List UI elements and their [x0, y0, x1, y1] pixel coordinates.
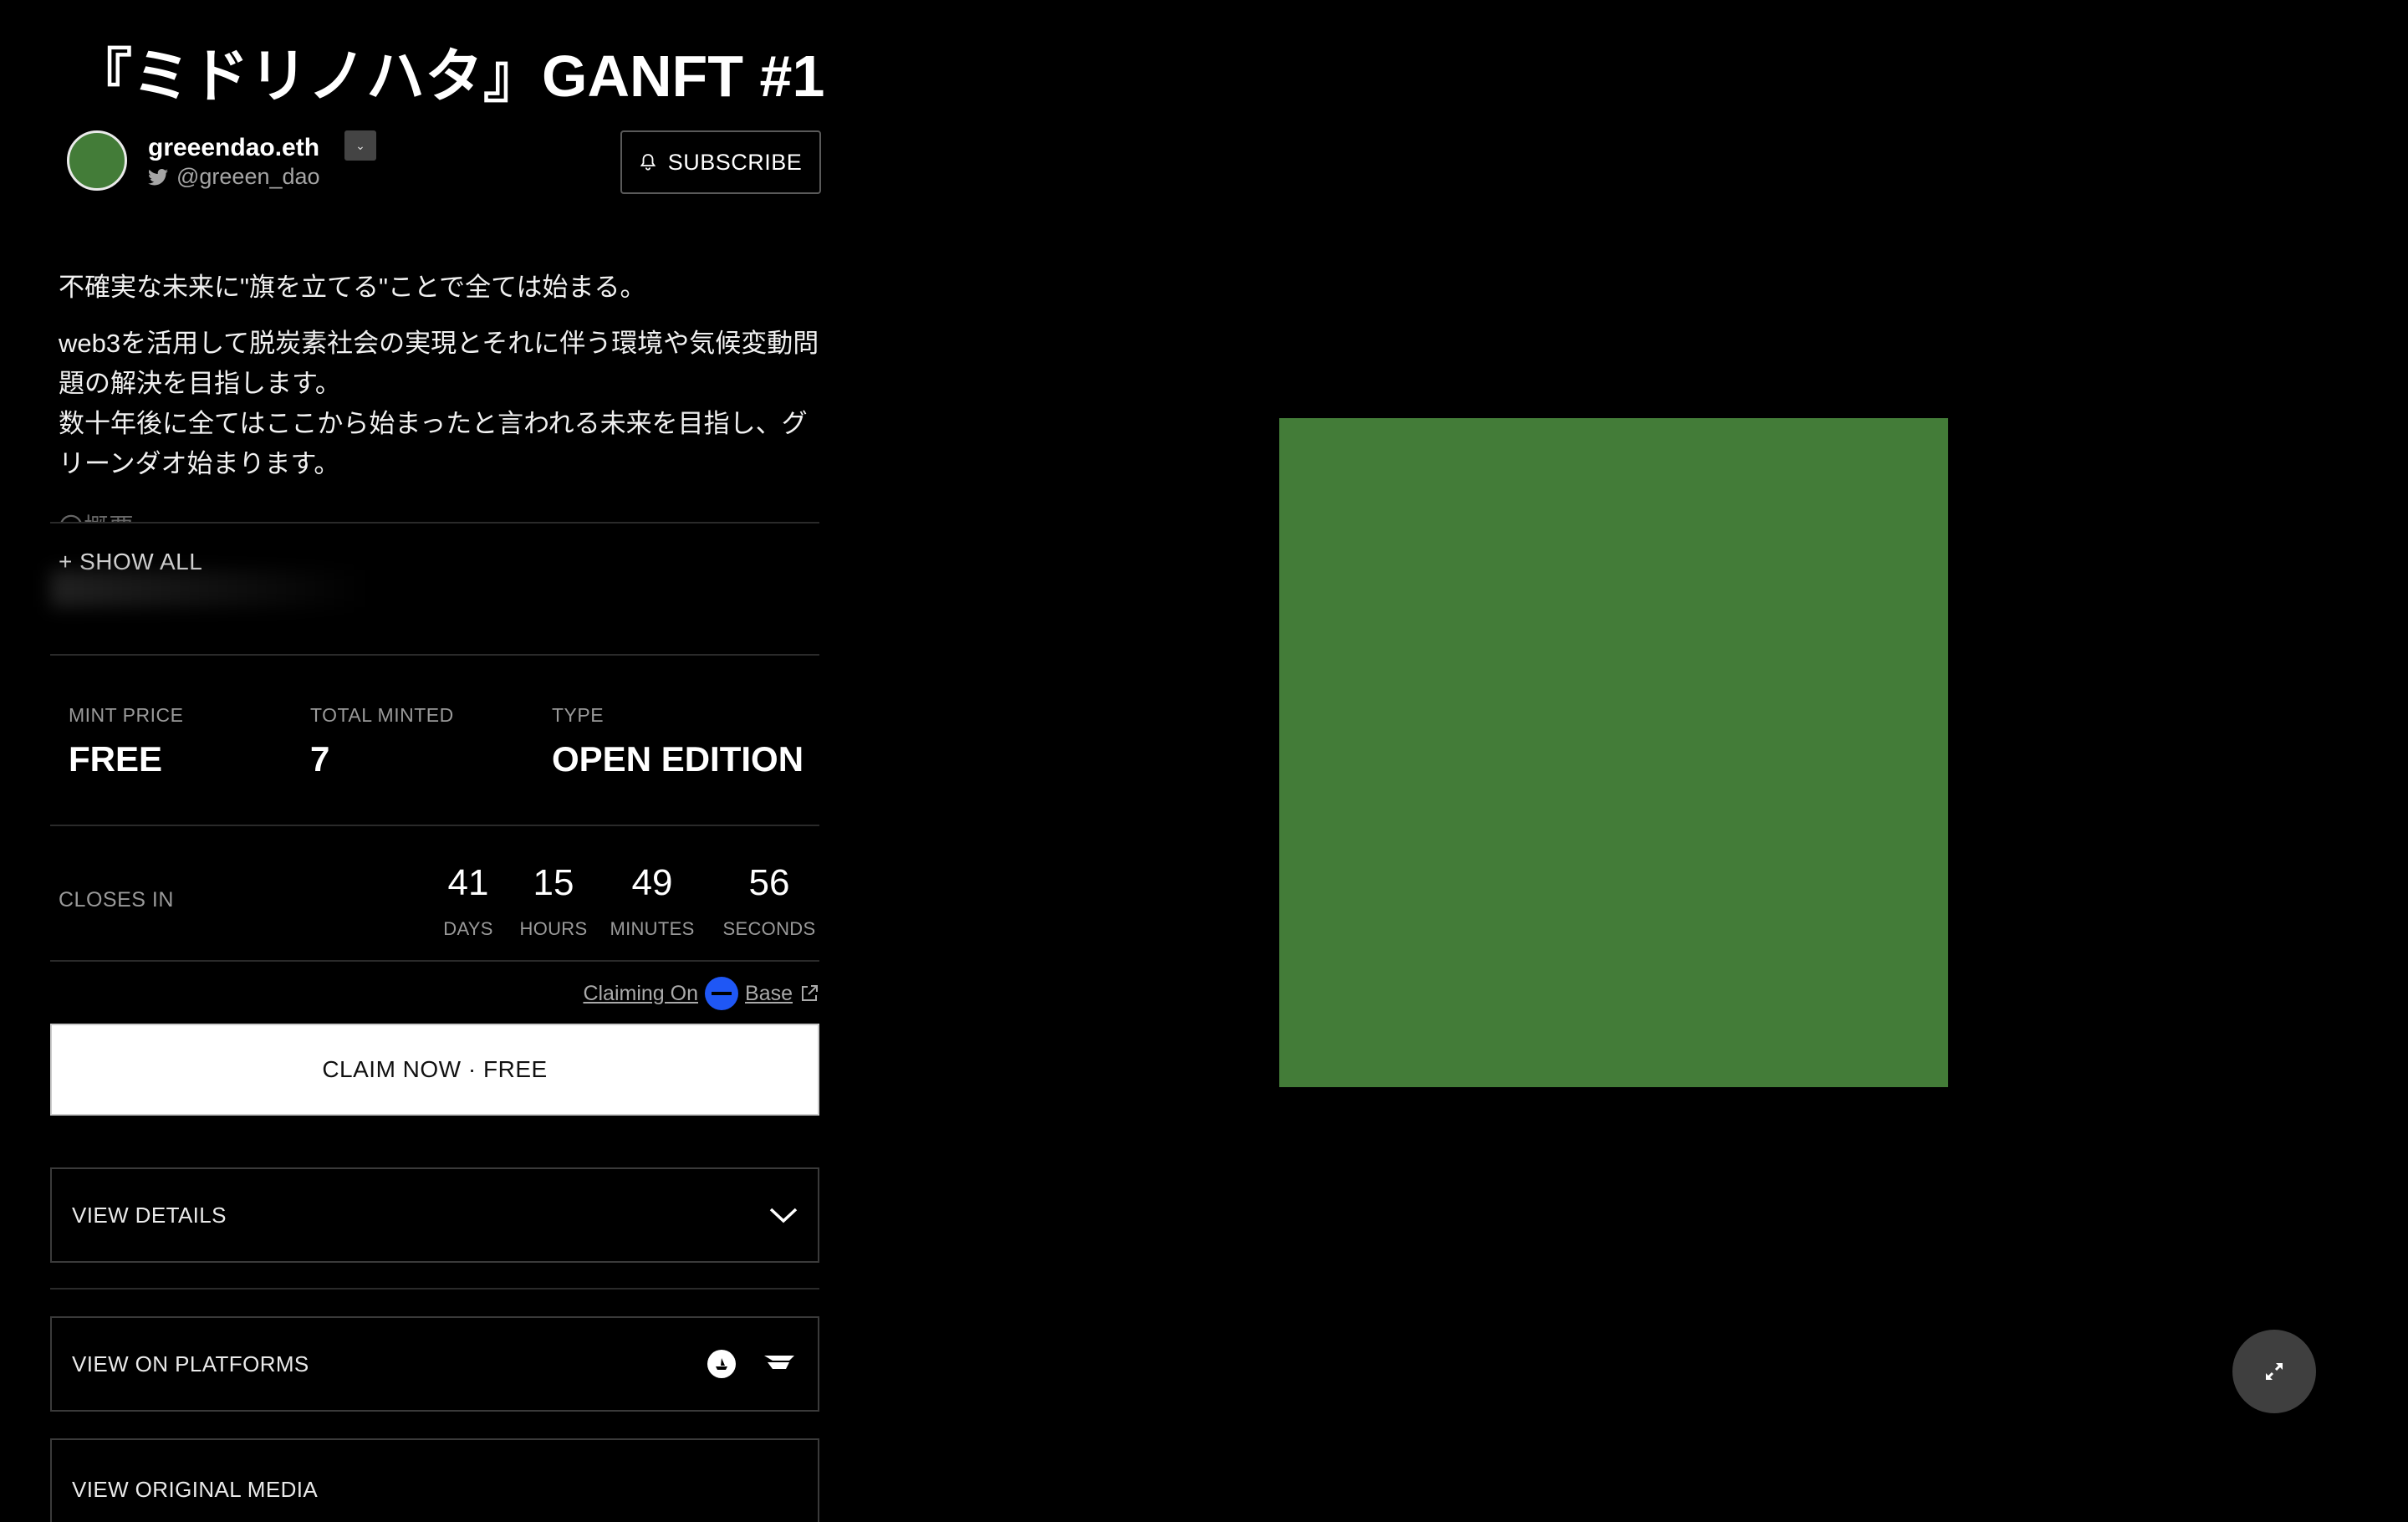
artwork-image[interactable]: [1279, 418, 1948, 1087]
artist-dropdown-button[interactable]: ⌄: [344, 130, 376, 161]
view-details-toggle[interactable]: VIEW DETAILS: [50, 1167, 819, 1263]
view-original-media-label: VIEW ORIGINAL MEDIA: [72, 1476, 319, 1502]
countdown-unit: HOURS: [519, 918, 588, 939]
artist-name[interactable]: greeendao.eth: [148, 134, 319, 162]
description-overflow-text: 〇概要: [59, 507, 134, 524]
bell-icon: [640, 154, 656, 171]
base-chain-icon: [705, 977, 739, 1010]
closes-in-label: CLOSES IN: [59, 888, 174, 912]
countdown-value: 56: [748, 862, 790, 903]
handle-text: @greeen_dao: [176, 164, 320, 189]
description: 不確実な未来に"旗を立てる"ことで全ては始まる。 web3を活用して脱炭素社会の…: [59, 268, 819, 500]
claim-now-button[interactable]: CLAIM NOW · FREE: [50, 1024, 819, 1116]
subscribe-label: SUBSCRIBE: [667, 149, 803, 175]
chevron-down-icon: ⌄: [355, 138, 365, 152]
countdown-minutes: 49 MINUTES: [606, 860, 698, 940]
divider: [50, 825, 819, 826]
view-on-platforms-label: VIEW ON PLATFORMS: [72, 1351, 309, 1376]
mint-panel: 『ミドリノハタ』GANFT #1 greeendao.eth ⌄ @greeen…: [50, 0, 824, 1522]
artist-bar: greeendao.eth ⌄ @greeen_dao SUBSCRIBE: [59, 130, 821, 197]
mint-price-label: MINT PRICE: [69, 704, 184, 726]
page-title: 『ミドリノハタ』GANFT #1: [74, 43, 825, 109]
external-link-icon: [802, 985, 818, 1001]
countdown-seconds: 56 SECONDS: [719, 860, 819, 940]
divider: [50, 522, 819, 524]
view-details-label: VIEW DETAILS: [72, 1202, 227, 1228]
divider: [50, 960, 819, 962]
avatar[interactable]: [67, 130, 127, 191]
view-on-platforms-panel: VIEW ON PLATFORMS: [50, 1316, 819, 1412]
countdown-value: 15: [533, 862, 574, 903]
mint-price-value: FREE: [69, 739, 163, 779]
claiming-chain-link[interactable]: Claiming On Base: [583, 977, 819, 1010]
countdown-value: 41: [447, 862, 489, 903]
view-original-media-toggle[interactable]: VIEW ORIGINAL MEDIA: [50, 1438, 819, 1522]
countdown-unit: SECONDS: [722, 918, 816, 939]
fullscreen-button[interactable]: [2232, 1330, 2316, 1413]
platform-icons: [707, 1350, 798, 1378]
chain-name: Base: [745, 981, 793, 1005]
type-label: TYPE: [552, 704, 605, 726]
fade-overlay: [50, 570, 368, 607]
countdown-unit: MINUTES: [610, 918, 695, 939]
description-paragraph: 不確実な未来に"旗を立てる"ことで全ては始まる。: [59, 273, 646, 302]
divider: [50, 1288, 819, 1290]
rarible-icon[interactable]: [761, 1351, 798, 1378]
artist-handle-link[interactable]: @greeen_dao: [148, 164, 320, 190]
countdown-unit: DAYS: [443, 918, 493, 939]
collapse-arrows-icon: [2266, 1363, 2283, 1380]
description-paragraph: web3を活用して脱炭素社会の実現とそれに伴う環境や気候変動問題の解決を目指しま…: [59, 329, 819, 478]
divider: [50, 654, 819, 656]
countdown-value: 49: [631, 862, 673, 903]
total-minted-label: TOTAL MINTED: [310, 704, 454, 726]
countdown-days: 41 DAYS: [435, 860, 502, 940]
type-value: OPEN EDITION: [552, 739, 804, 779]
subscribe-button[interactable]: SUBSCRIBE: [620, 130, 821, 194]
opensea-icon[interactable]: [707, 1350, 736, 1378]
countdown-hours: 15 HOURS: [516, 860, 591, 940]
twitter-icon: [148, 168, 168, 185]
total-minted-value: 7: [310, 739, 330, 779]
claiming-prefix: Claiming On: [583, 981, 699, 1005]
chevron-down-icon: [769, 1208, 798, 1223]
